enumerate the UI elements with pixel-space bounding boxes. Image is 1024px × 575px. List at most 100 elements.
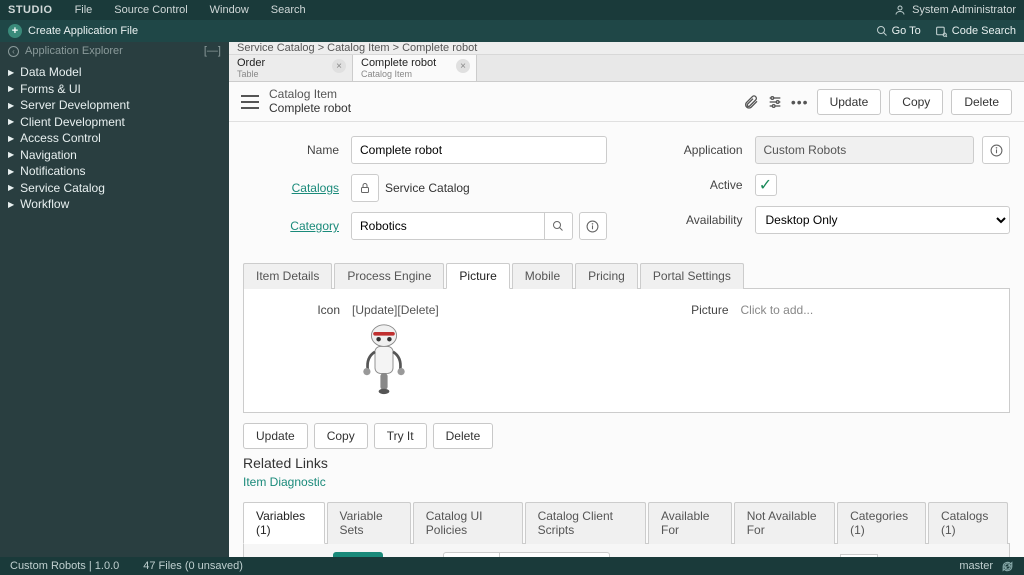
- code-search-button[interactable]: Code Search: [935, 25, 1016, 38]
- name-input[interactable]: [351, 136, 607, 164]
- close-icon[interactable]: ×: [456, 59, 470, 73]
- rl-tab-categories[interactable]: Categories (1): [837, 502, 926, 544]
- tab-portal-settings[interactable]: Portal Settings: [640, 263, 744, 289]
- tree-service-catalog[interactable]: ▶Service Catalog: [0, 180, 229, 197]
- new-button[interactable]: New: [333, 552, 383, 557]
- status-files: 47 Files (0 unsaved): [143, 560, 243, 572]
- sync-icon[interactable]: [1001, 560, 1014, 573]
- tree-data-model[interactable]: ▶Data Model: [0, 64, 229, 81]
- code-search-icon: [935, 25, 948, 38]
- rl-tab-ui-policies[interactable]: Catalog UI Policies: [413, 502, 523, 544]
- delete-button[interactable]: Delete: [951, 89, 1012, 115]
- create-bar: + Create Application File Go To Code Sea…: [0, 20, 1024, 42]
- availability-select[interactable]: Desktop Only: [755, 206, 1011, 234]
- related-list-bar: Variables New Search Order ◀◀ ◀ to 1 of …: [243, 544, 1010, 557]
- name-label: Name: [243, 143, 351, 157]
- rl-tab-client-scripts[interactable]: Catalog Client Scripts: [525, 502, 646, 544]
- picture-add-link[interactable]: Click to add...: [741, 303, 996, 398]
- menu-source-control[interactable]: Source Control: [114, 4, 187, 16]
- goto-button[interactable]: Go To: [876, 25, 921, 37]
- status-branch[interactable]: master: [959, 560, 993, 572]
- category-label[interactable]: Category: [243, 219, 351, 233]
- form-area: Name Catalogs Service Catalog Category: [229, 122, 1024, 258]
- tree-navigation[interactable]: ▶Navigation: [0, 147, 229, 164]
- picture-label: Picture: [647, 303, 741, 398]
- settings-icon[interactable]: [767, 94, 783, 110]
- close-icon[interactable]: ×: [332, 59, 346, 73]
- rl-tab-available-for[interactable]: Available For: [648, 502, 732, 544]
- rl-tab-not-available-for[interactable]: Not Available For: [734, 502, 835, 544]
- category-input[interactable]: [351, 212, 545, 240]
- tab-process-engine[interactable]: Process Engine: [334, 263, 444, 289]
- tree-access-control[interactable]: ▶Access Control: [0, 130, 229, 147]
- try-it-button[interactable]: Try It: [374, 423, 427, 449]
- robot-icon-image: [352, 323, 416, 395]
- tree-notifications[interactable]: ▶Notifications: [0, 163, 229, 180]
- caret-icon: ▶: [8, 84, 14, 93]
- prev-page-icon[interactable]: ◀: [816, 556, 834, 557]
- rl-tab-catalogs[interactable]: Catalogs (1): [928, 502, 1008, 544]
- active-label: Active: [647, 178, 755, 192]
- active-checkbox[interactable]: ✓: [755, 174, 777, 196]
- caret-icon: ▶: [8, 101, 14, 110]
- search-icon: [876, 25, 888, 37]
- rl-tab-variable-sets[interactable]: Variable Sets: [327, 502, 411, 544]
- item-diagnostic-link[interactable]: Item Diagnostic: [229, 475, 1024, 497]
- sidebar-tree: ▶Data Model ▶Forms & UI ▶Server Developm…: [0, 60, 229, 217]
- next-page-icon[interactable]: ▶: [933, 556, 951, 557]
- content-area: Service Catalog > Catalog Item > Complet…: [229, 42, 1024, 557]
- create-label: Create Application File: [28, 25, 138, 37]
- menu-window[interactable]: Window: [210, 4, 249, 16]
- file-tab-complete-robot[interactable]: Complete robot Catalog Item ×: [353, 55, 477, 81]
- page-input[interactable]: [840, 554, 878, 557]
- copy-button[interactable]: Copy: [889, 89, 943, 115]
- brand-label: STUDIO: [8, 4, 53, 16]
- create-application-file[interactable]: + Create Application File: [8, 24, 138, 38]
- record-header: Catalog Item Complete robot ••• Update C…: [229, 82, 1024, 122]
- tree-server-development[interactable]: ▶Server Development: [0, 97, 229, 114]
- caret-icon: ▶: [8, 117, 14, 126]
- tab-picture[interactable]: Picture: [446, 263, 509, 289]
- caret-icon: ▶: [8, 68, 14, 77]
- category-info-icon[interactable]: [579, 212, 607, 240]
- catalogs-label[interactable]: Catalogs: [243, 181, 351, 195]
- first-page-icon[interactable]: ◀◀: [792, 556, 810, 557]
- collapse-icon[interactable]: ‹: [8, 46, 19, 57]
- menu-file[interactable]: File: [75, 4, 93, 16]
- related-links-title: Related Links: [229, 455, 1024, 475]
- tree-workflow[interactable]: ▶Workflow: [0, 196, 229, 213]
- tab-pricing[interactable]: Pricing: [575, 263, 638, 289]
- tree-client-development[interactable]: ▶Client Development: [0, 114, 229, 131]
- lock-icon[interactable]: [351, 174, 379, 202]
- section-tabs: Item Details Process Engine Picture Mobi…: [243, 262, 1010, 289]
- update-button[interactable]: Update: [817, 89, 882, 115]
- update-button-lower[interactable]: Update: [243, 423, 308, 449]
- last-page-icon[interactable]: ▶▶: [957, 556, 975, 557]
- menu-icon[interactable]: [241, 95, 259, 109]
- caret-icon: ▶: [8, 167, 14, 176]
- sidebar-toggle[interactable]: [—]: [204, 45, 221, 57]
- category-lookup-icon[interactable]: [545, 212, 573, 240]
- lower-buttons: Update Copy Try It Delete: [229, 413, 1024, 455]
- application-info-icon[interactable]: [982, 136, 1010, 164]
- rl-tab-variables[interactable]: Variables (1): [243, 502, 325, 544]
- file-tab-order[interactable]: Order Table ×: [229, 55, 353, 81]
- search-input[interactable]: [500, 552, 610, 557]
- status-app: Custom Robots | 1.0.0: [10, 560, 119, 572]
- delete-button-lower[interactable]: Delete: [433, 423, 494, 449]
- user-name: System Administrator: [912, 4, 1016, 16]
- user-menu[interactable]: System Administrator: [894, 4, 1016, 16]
- search-field-select[interactable]: Order: [443, 552, 500, 557]
- plus-icon: +: [8, 24, 22, 38]
- menu-search[interactable]: Search: [271, 4, 306, 16]
- sidebar-title: Application Explorer: [25, 45, 123, 57]
- tab-mobile[interactable]: Mobile: [512, 263, 573, 289]
- status-bar: Custom Robots | 1.0.0 47 Files (0 unsave…: [0, 557, 1024, 575]
- icon-actions[interactable]: [Update][Delete]: [352, 303, 439, 317]
- attachment-icon[interactable]: [743, 94, 759, 110]
- record-type: Catalog Item: [269, 88, 351, 101]
- tab-item-details[interactable]: Item Details: [243, 263, 332, 289]
- copy-button-lower[interactable]: Copy: [314, 423, 368, 449]
- more-icon[interactable]: •••: [791, 94, 809, 110]
- tree-forms-ui[interactable]: ▶Forms & UI: [0, 81, 229, 98]
